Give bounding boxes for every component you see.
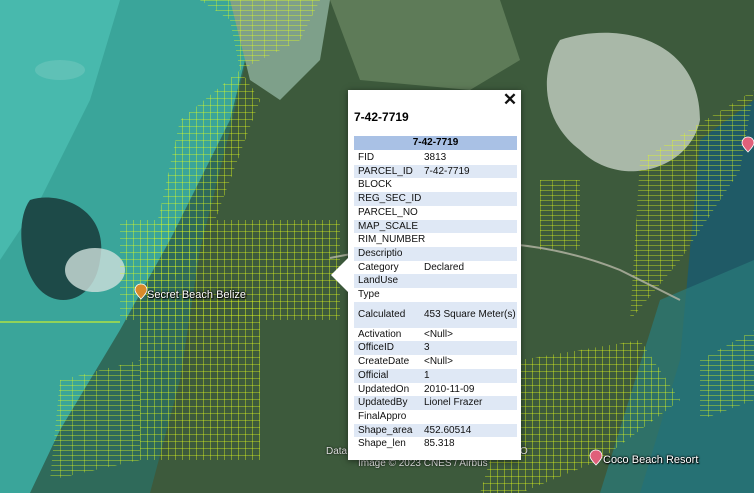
close-icon[interactable]: ✕ [502, 91, 518, 109]
attribute-row: BLOCK [354, 178, 517, 192]
attribute-row: REG_SEC_ID [354, 192, 517, 206]
attribute-value [424, 247, 517, 261]
attribute-value [424, 274, 517, 288]
attribute-row: Type [354, 288, 517, 302]
attribute-value: <Null> [424, 328, 453, 340]
attribute-row: MAP_SCALE [354, 219, 517, 234]
attribute-key: MAP_SCALE [358, 220, 419, 232]
attribute-key: Activation [358, 328, 402, 340]
place-label-coco-beach[interactable]: Coco Beach Resort [603, 454, 698, 466]
attribute-value: 85.318 [424, 438, 455, 450]
attribute-value: Declared [424, 261, 465, 273]
popup-title: 7-42-7719 [354, 110, 409, 124]
attribute-key: Official [358, 369, 389, 381]
attribute-row: Category Declared [354, 261, 517, 275]
attribute-key: RIM_NUMBER [358, 234, 426, 246]
attribute-row: Descriptio [354, 246, 517, 261]
attribute-key: REG_SEC_ID [358, 193, 422, 205]
attribute-key: Category [358, 261, 399, 273]
attribute-key: BLOCK [358, 179, 392, 191]
attribute-key: Calculated [358, 309, 406, 321]
attribute-row: Official 1 [354, 368, 517, 383]
attribute-key: Shape_area [358, 424, 413, 436]
place-label-secret-beach[interactable]: Secret Beach Belize [147, 289, 246, 301]
attribute-row: Activation <Null> [354, 328, 517, 342]
attribute-key: LandUse [358, 275, 399, 287]
attribute-row: Shape_area 452.60514 [354, 423, 517, 438]
attribute-value: 452.60514 [424, 424, 472, 436]
attribute-value [424, 288, 517, 302]
attribute-table-header: 7-42-7719 [354, 136, 517, 150]
attribute-row: CreateDate <Null> [354, 355, 517, 369]
attribute-row: Calculated 453 Square Meter(s) [354, 301, 517, 328]
attribute-row: PARCEL_NO [354, 206, 517, 220]
attribute-value [424, 220, 517, 234]
attribute-value: 3813 [424, 152, 447, 163]
attribute-value: 2010-11-09 [424, 383, 475, 395]
attribution-data: Data [326, 446, 348, 457]
attribute-value [424, 178, 517, 192]
attribute-value: 3 [424, 342, 430, 354]
attribute-key: Descriptio [358, 247, 403, 259]
attribute-value [424, 233, 517, 247]
attribute-row: OfficeID 3 [354, 341, 517, 356]
attribute-value: <Null> [424, 356, 453, 368]
attribute-value [424, 206, 517, 220]
feature-popup: ✕ 7-42-7719 7-42-7719 FID 3813 PARCEL_ID 7-… [331, 90, 521, 460]
attribute-value: 7-42-7719 [424, 165, 470, 177]
attribute-value [424, 410, 517, 424]
attribute-key: FinalAppro [358, 410, 407, 422]
attribute-row: UpdatedOn 2010-11-09 [354, 383, 517, 397]
attribute-value [424, 192, 517, 206]
attribute-row: RIM_NUMBER [354, 233, 517, 247]
attribution-extra: O [520, 446, 528, 457]
attribute-row: FID 3813 [354, 151, 517, 165]
attribute-table: FID 3813 PARCEL_ID 7-42-7719 BLOCK REG_SEC_ID… [354, 151, 517, 451]
attribute-row: PARCEL_ID 7-42-7719 [354, 164, 517, 179]
attribute-key: FID [358, 152, 375, 163]
attribute-key: Type [358, 289, 380, 301]
popup-pointer [331, 258, 348, 292]
attribute-value: 453 Square Meter(s) [424, 309, 516, 321]
attribute-row: FinalAppro [354, 410, 517, 424]
attribute-key: UpdatedBy [358, 397, 408, 409]
attribute-key: PARCEL_ID [358, 165, 413, 177]
attribute-value: Lionel Frazer [424, 397, 483, 409]
attribute-key: PARCEL_NO [358, 206, 418, 218]
attribute-key: UpdatedOn [358, 383, 410, 395]
attribute-key: OfficeID [358, 342, 394, 354]
attribute-row: LandUse [354, 274, 517, 289]
attribute-row: Shape_len 85.318 [354, 437, 517, 451]
attribute-key: CreateDate [358, 356, 410, 368]
attribute-value: 1 [424, 369, 430, 381]
attribute-key: Shape_len [358, 438, 406, 450]
attribute-row: UpdatedBy Lionel Frazer [354, 396, 517, 410]
